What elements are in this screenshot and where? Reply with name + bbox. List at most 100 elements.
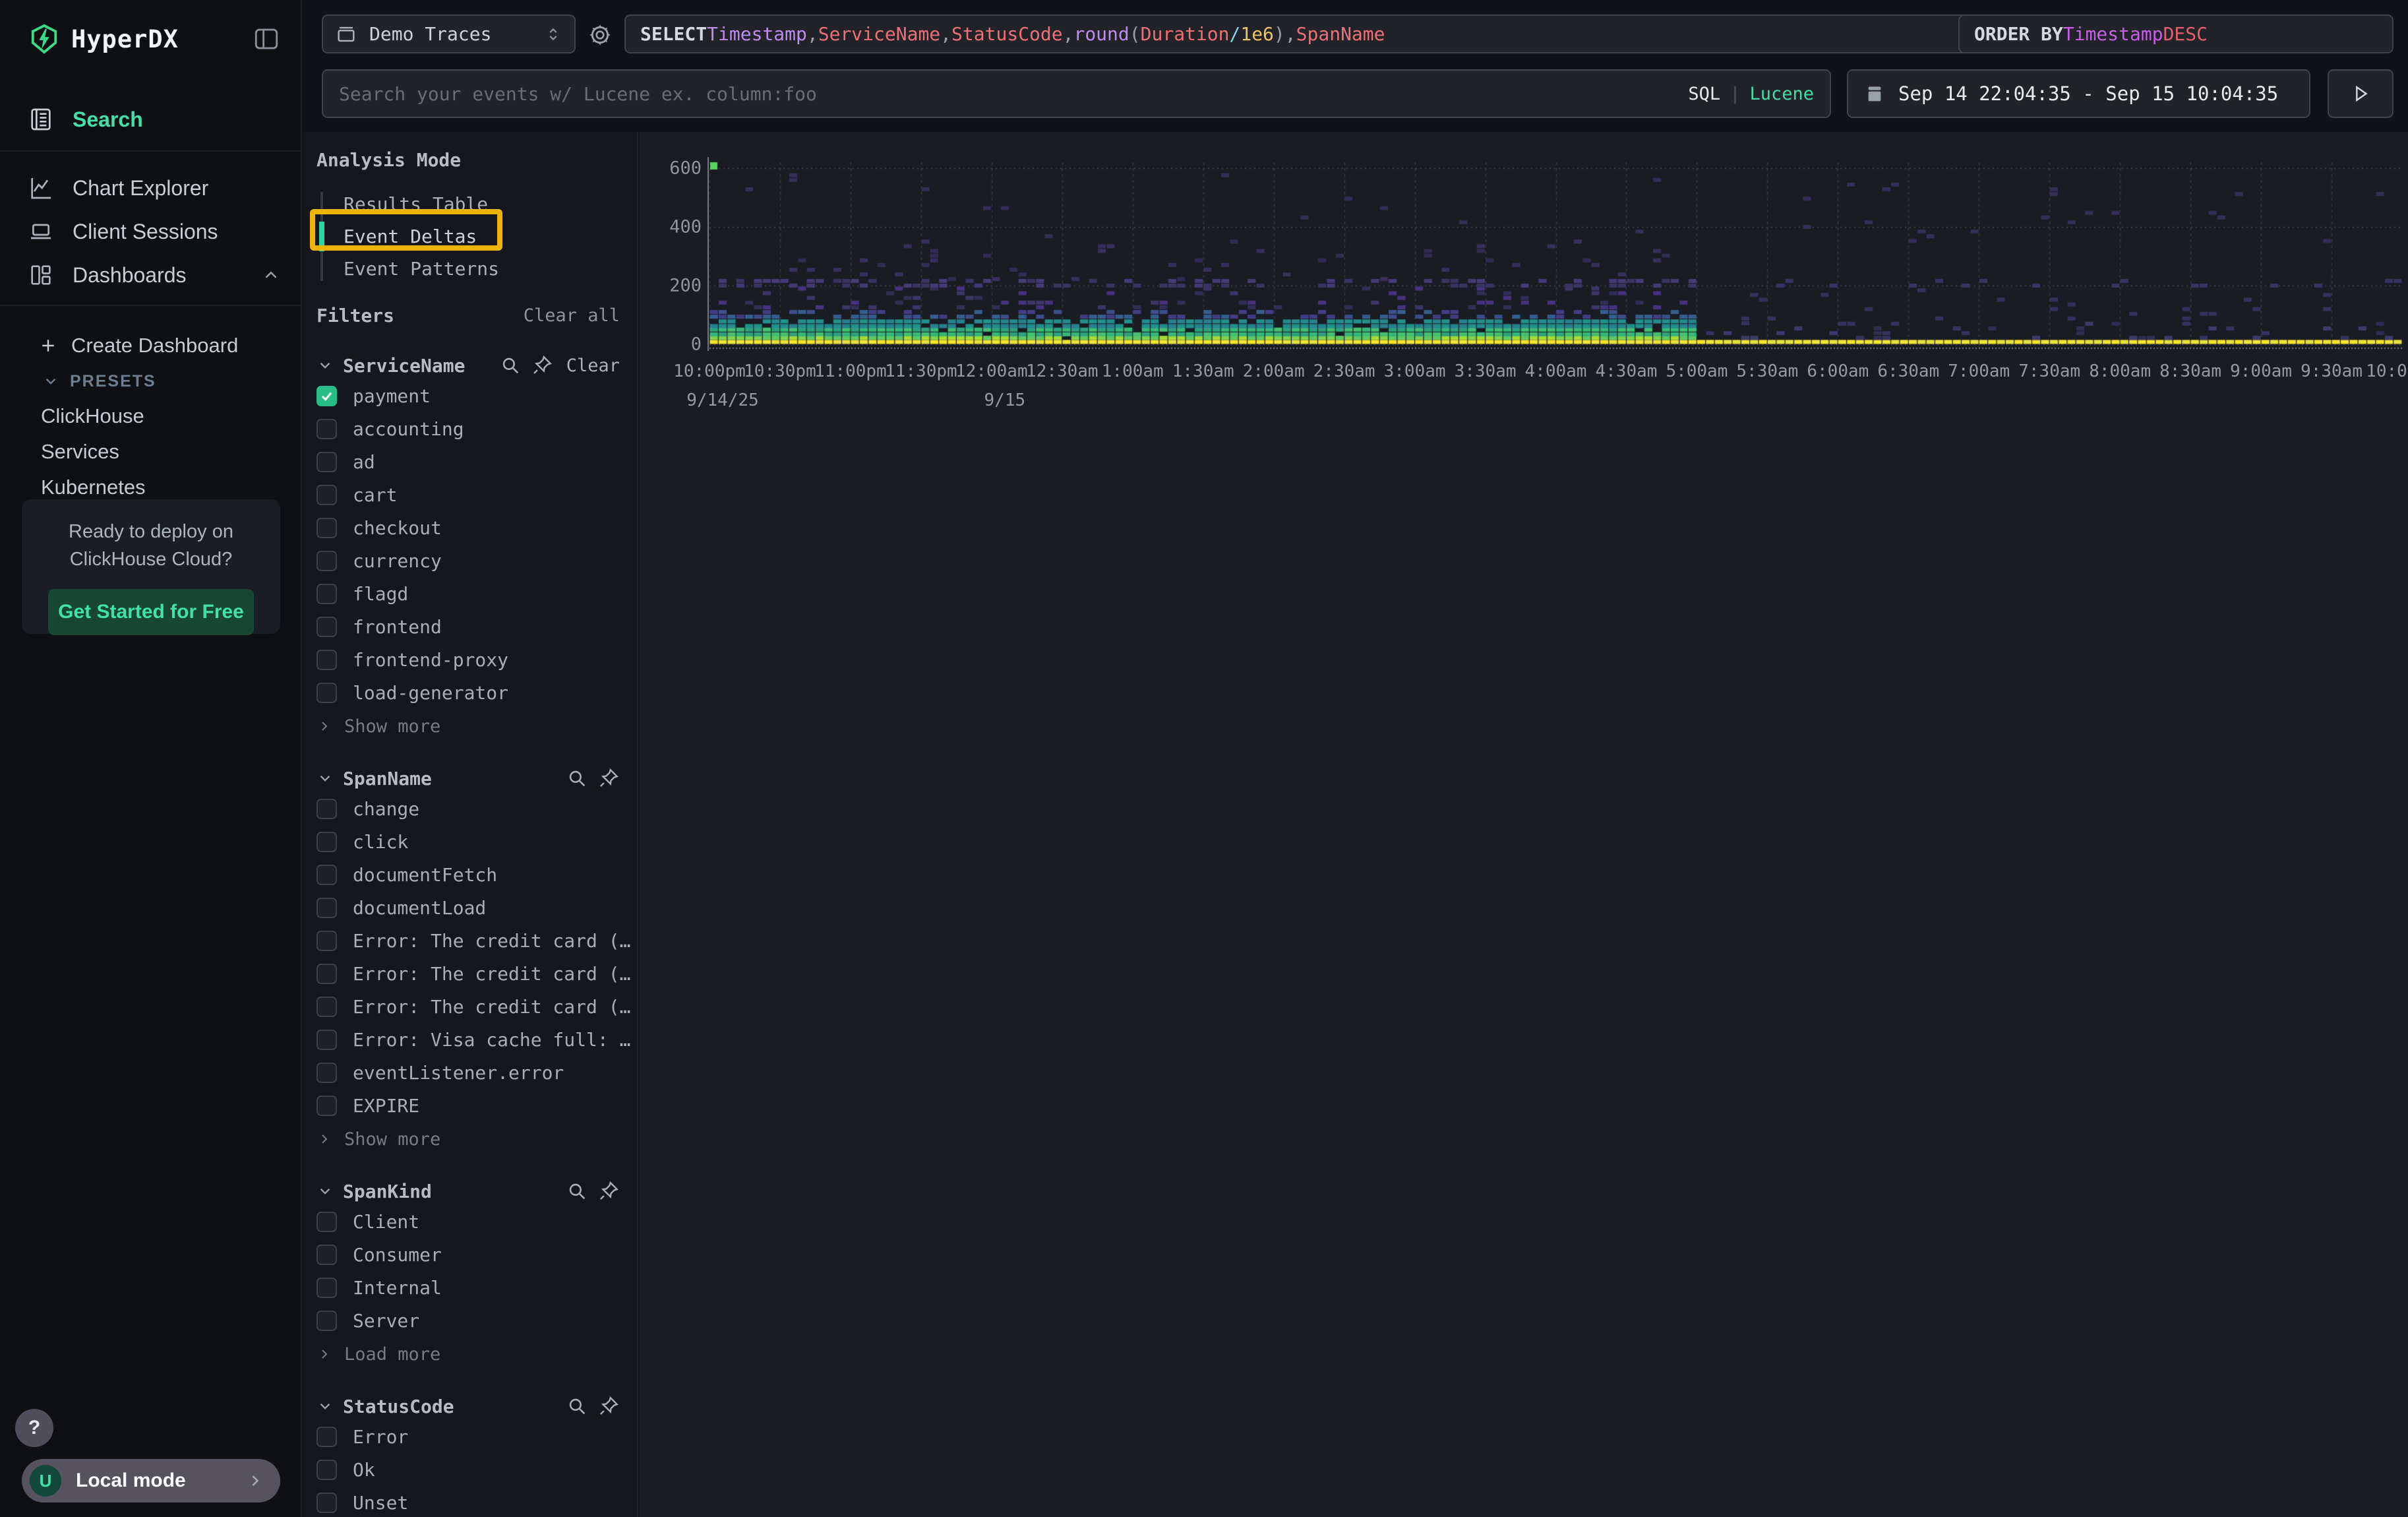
filter-checkbox-row[interactable]: Client <box>316 1208 637 1235</box>
clear-all-button[interactable]: Clear all <box>524 305 620 326</box>
checkbox-unchecked[interactable] <box>316 1030 337 1050</box>
tab-event-deltas[interactable]: Event Deltas <box>319 220 637 253</box>
checkbox-unchecked[interactable] <box>316 419 337 439</box>
pin-icon[interactable] <box>597 1395 620 1417</box>
show-more-button[interactable]: Load more <box>316 1341 637 1367</box>
filter-checkbox-row[interactable]: load-generator <box>316 679 637 706</box>
mode-lucene[interactable]: Lucene <box>1749 84 1814 104</box>
sidebar-item-search[interactable]: Search <box>0 98 301 141</box>
mode-sql[interactable]: SQL <box>1688 84 1720 104</box>
checkbox-unchecked[interactable] <box>316 832 337 852</box>
filter-checkbox-row[interactable]: frontend <box>316 613 637 640</box>
sidebar-item-chart-explorer[interactable]: Chart Explorer <box>0 166 301 210</box>
filter-group-title[interactable]: StatusCode <box>343 1396 454 1417</box>
checkbox-unchecked[interactable] <box>316 551 337 571</box>
checkbox-unchecked[interactable] <box>316 485 337 505</box>
search-icon[interactable] <box>566 1180 588 1202</box>
duration-heatmap-canvas[interactable] <box>709 158 2402 351</box>
preset-services[interactable]: Services <box>0 434 301 470</box>
pin-icon[interactable] <box>597 1180 620 1202</box>
filter-checkbox-row[interactable]: Consumer <box>316 1241 637 1268</box>
search-icon[interactable] <box>499 354 522 377</box>
order-by-input[interactable]: ORDER BY Timestamp DESC <box>1958 15 2393 53</box>
clear-filter-button[interactable]: Clear <box>566 356 620 376</box>
search-icon[interactable] <box>566 767 588 789</box>
filter-checkbox-row[interactable]: Error <box>316 1423 637 1450</box>
checkbox-unchecked[interactable] <box>316 1212 337 1232</box>
sql-token: Duration <box>1141 23 1230 45</box>
filter-checkbox-row[interactable]: Error: The credit card (… <box>316 960 637 987</box>
preset-clickhouse[interactable]: ClickHouse <box>0 398 301 434</box>
filter-checkbox-row[interactable]: Error: The credit card (… <box>316 927 637 954</box>
show-more-button[interactable]: Show more <box>316 1126 637 1152</box>
sidebar-item-client-sessions[interactable]: Client Sessions <box>0 210 301 253</box>
create-dashboard-button[interactable]: Create Dashboard <box>0 327 301 364</box>
filter-checkbox-row[interactable]: Internal <box>316 1274 637 1301</box>
checkbox-unchecked[interactable] <box>316 898 337 918</box>
filter-checkbox-row[interactable]: payment <box>316 382 637 410</box>
filter-checkbox-row[interactable]: checkout <box>316 514 637 542</box>
tab-event-patterns[interactable]: Event Patterns <box>319 253 637 285</box>
presets-toggle[interactable]: PRESETS <box>0 364 301 398</box>
checkbox-unchecked[interactable] <box>316 1096 337 1116</box>
pin-icon[interactable] <box>531 354 553 377</box>
filter-checkbox-row[interactable]: accounting <box>316 415 637 443</box>
filter-group-title[interactable]: SpanKind <box>343 1181 432 1202</box>
checkbox-unchecked[interactable] <box>316 1460 337 1480</box>
gear-icon[interactable] <box>587 22 613 48</box>
checkbox-unchecked[interactable] <box>316 1063 337 1083</box>
show-more-button[interactable]: Show more <box>316 713 637 739</box>
filter-checkbox-row[interactable]: Unset <box>316 1489 637 1516</box>
filter-group-title[interactable]: SpanName <box>343 768 432 789</box>
local-mode-button[interactable]: U Local mode <box>22 1459 280 1502</box>
filter-checkbox-row[interactable]: eventListener.error <box>316 1059 637 1086</box>
filter-checkbox-row[interactable]: Server <box>316 1307 637 1334</box>
filter-checkbox-row[interactable]: cart <box>316 481 637 509</box>
lucene-search-input[interactable]: Search your events w/ Lucene ex. column:… <box>322 69 1831 118</box>
get-started-button[interactable]: Get Started for Free <box>48 589 254 635</box>
filter-checkbox-row[interactable]: ad <box>316 448 637 476</box>
filter-checkbox-row[interactable]: Error: Visa cache full: … <box>316 1026 637 1053</box>
filter-checkbox-row[interactable]: documentLoad <box>316 894 637 921</box>
filter-group-title[interactable]: ServiceName <box>343 355 465 377</box>
pin-icon[interactable] <box>597 767 620 789</box>
chevron-down-icon[interactable] <box>316 770 334 787</box>
tab-results-table[interactable]: Results Table <box>319 188 637 220</box>
checkbox-unchecked[interactable] <box>316 650 337 670</box>
filter-checkbox-row[interactable]: Ok <box>316 1456 637 1483</box>
help-button[interactable]: ? <box>15 1409 53 1447</box>
checkbox-unchecked[interactable] <box>316 931 337 951</box>
date-range-picker[interactable]: Sep 14 22:04:35 - Sep 15 10:04:35 <box>1847 69 2310 118</box>
filter-checkbox-row[interactable]: flagd <box>316 580 637 607</box>
filter-checkbox-row[interactable]: Error: The credit card (… <box>316 993 637 1020</box>
checkbox-unchecked[interactable] <box>316 997 337 1017</box>
filter-checkbox-row[interactable]: change <box>316 795 637 822</box>
filter-checkbox-row[interactable]: currency <box>316 547 637 574</box>
checkbox-unchecked[interactable] <box>316 1493 337 1513</box>
checkbox-unchecked[interactable] <box>316 452 337 472</box>
checkbox-unchecked[interactable] <box>316 584 337 604</box>
filter-checkbox-row[interactable]: EXPIRE <box>316 1092 637 1119</box>
sidebar-item-dashboards[interactable]: Dashboards <box>0 253 301 297</box>
checkbox-unchecked[interactable] <box>316 799 337 819</box>
chevron-down-icon[interactable] <box>316 1183 334 1200</box>
filter-checkbox-row[interactable]: click <box>316 828 637 855</box>
filter-checkbox-row[interactable]: documentFetch <box>316 861 637 888</box>
checkbox-unchecked[interactable] <box>316 1427 337 1447</box>
search-icon[interactable] <box>566 1395 588 1417</box>
checkbox-unchecked[interactable] <box>316 1311 337 1331</box>
source-select[interactable]: Demo Traces <box>322 15 576 53</box>
filter-checkbox-row[interactable]: frontend-proxy <box>316 646 637 673</box>
checkbox-unchecked[interactable] <box>316 1245 337 1265</box>
checkbox-unchecked[interactable] <box>316 865 337 885</box>
checkbox-unchecked[interactable] <box>316 617 337 637</box>
run-query-button[interactable] <box>2328 69 2393 118</box>
checkbox-unchecked[interactable] <box>316 683 337 703</box>
checkbox-unchecked[interactable] <box>316 1278 337 1298</box>
checkbox-unchecked[interactable] <box>316 964 337 984</box>
chevron-down-icon[interactable] <box>316 1398 334 1415</box>
checkbox-checked[interactable] <box>316 386 337 406</box>
sidebar-collapse-icon[interactable] <box>252 25 281 53</box>
checkbox-unchecked[interactable] <box>316 518 337 538</box>
chevron-down-icon[interactable] <box>316 357 334 374</box>
